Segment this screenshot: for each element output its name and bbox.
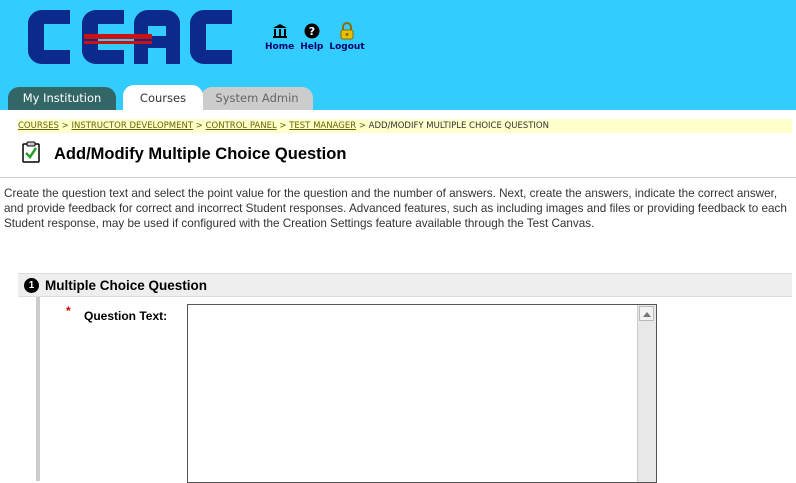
breadcrumb-instructor-development[interactable]: INSTRUCTOR DEVELOPMENT — [71, 121, 193, 131]
question-text-box — [187, 304, 657, 483]
svg-text:?: ? — [309, 25, 315, 38]
question-text-label: Question Text: — [84, 309, 168, 323]
section-header: 1 Multiple Choice Question — [18, 273, 792, 297]
help-icon: ? — [303, 22, 321, 40]
ccac-logo[interactable] — [20, 8, 240, 66]
title-divider — [0, 177, 796, 178]
instructions-text: Create the question text and select the … — [4, 187, 787, 230]
institution-icon — [271, 22, 289, 40]
breadcrumb-control-panel[interactable]: CONTROL PANEL — [206, 121, 277, 131]
logout-link[interactable]: Logout — [329, 22, 365, 52]
help-link[interactable]: ? Help — [300, 22, 323, 52]
home-label: Home — [265, 42, 295, 52]
tab-system-admin[interactable]: System Admin — [201, 87, 313, 110]
breadcrumb-separator: > — [279, 121, 290, 131]
question-text-input[interactable] — [188, 305, 636, 482]
breadcrumb: COURSES > INSTRUCTOR DEVELOPMENT > CONTR… — [18, 119, 792, 133]
breadcrumb-courses[interactable]: COURSES — [18, 121, 59, 131]
section-title: Multiple Choice Question — [45, 277, 208, 293]
page-title-row: Add/Modify Multiple Choice Question — [22, 139, 346, 169]
clipboard-check-icon — [22, 141, 40, 168]
lock-icon — [338, 22, 356, 40]
scroll-up-arrow-icon[interactable] — [639, 306, 654, 321]
home-link[interactable]: Home — [265, 22, 294, 52]
tab-my-institution[interactable]: My Institution — [8, 87, 116, 110]
breadcrumb-separator: > — [195, 121, 206, 131]
question-text-scrollbar[interactable] — [637, 305, 656, 482]
breadcrumb-separator: > — [358, 121, 369, 131]
help-label: Help — [300, 42, 324, 52]
required-asterisk: * — [66, 304, 71, 318]
top-links: Home ? Help Logout — [265, 22, 365, 52]
section-number-badge: 1 — [24, 277, 39, 293]
breadcrumb-test-manager[interactable]: TEST MANAGER — [289, 121, 356, 131]
breadcrumb-separator: > — [61, 121, 72, 131]
section-indent-bar — [36, 297, 40, 481]
header-banner: Home ? Help Logout My Institution System… — [0, 0, 796, 110]
breadcrumb-current: ADD/MODIFY MULTIPLE CHOICE QUESTION — [368, 121, 549, 131]
tab-courses[interactable]: Courses — [123, 85, 203, 110]
logout-label: Logout — [329, 42, 365, 52]
page-title: Add/Modify Multiple Choice Question — [54, 144, 347, 163]
